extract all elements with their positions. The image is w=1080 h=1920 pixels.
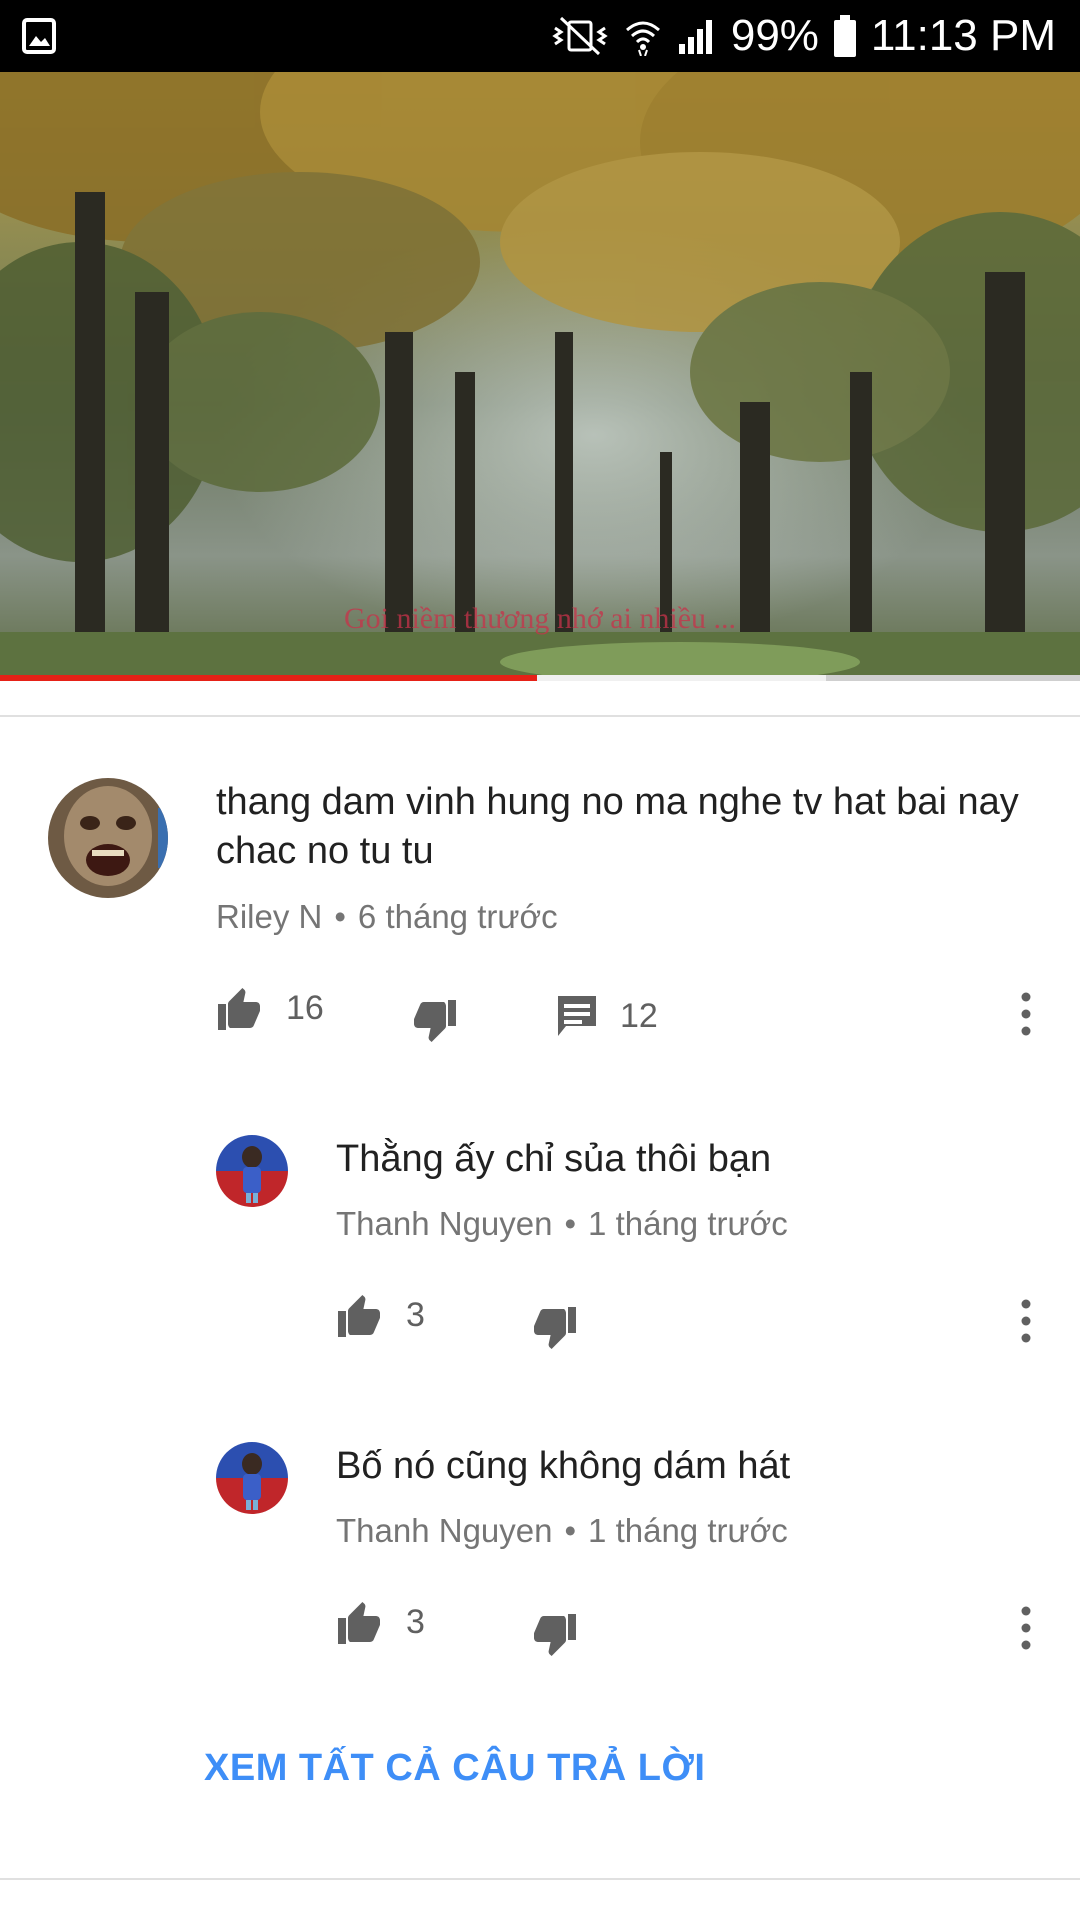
thumbs-down-icon bbox=[414, 1000, 456, 1042]
comment-meta: Riley N • 6 tháng trước bbox=[216, 898, 558, 936]
clock: 11:13 PM bbox=[870, 11, 1056, 60]
thumbs-down-icon bbox=[534, 1307, 576, 1349]
meta-separator: • bbox=[564, 1205, 577, 1242]
gallery-icon bbox=[22, 18, 56, 54]
like-button[interactable]: 3 bbox=[336, 1600, 425, 1644]
thumbs-up-icon bbox=[338, 1602, 380, 1644]
video-caption: Goi niềm thương nhớ ai nhiều ... bbox=[343, 602, 737, 635]
progress-played bbox=[0, 675, 537, 681]
status-bar: 99% 11:13 PM bbox=[0, 0, 1080, 72]
thumbs-down-icon bbox=[534, 1614, 576, 1656]
reply-meta: Thanh Nguyen • 1 tháng trước bbox=[336, 1205, 788, 1243]
reply-count: 12 bbox=[620, 996, 658, 1035]
reply-text: Thằng ấy chỉ sủa thôi bạn bbox=[336, 1138, 772, 1180]
section-divider bbox=[0, 1878, 1080, 1880]
monster-avatar-image bbox=[48, 778, 168, 898]
signal-icon bbox=[678, 20, 712, 54]
like-count: 16 bbox=[286, 988, 324, 1027]
reply-time: 1 tháng trước bbox=[588, 1205, 788, 1242]
dislike-button[interactable] bbox=[530, 1614, 578, 1658]
vibrate-mute-icon bbox=[552, 16, 608, 56]
more-options-icon[interactable] bbox=[1018, 990, 1034, 1038]
dislike-button[interactable] bbox=[530, 1307, 578, 1351]
avatar[interactable] bbox=[48, 778, 168, 898]
thumbs-up-icon bbox=[338, 1295, 380, 1337]
battery-icon bbox=[833, 15, 856, 57]
meta-separator: • bbox=[564, 1512, 577, 1549]
comment-author[interactable]: Riley N bbox=[216, 898, 322, 935]
wifi-icon bbox=[625, 21, 660, 56]
reply-author[interactable]: Thanh Nguyen bbox=[336, 1512, 552, 1549]
comment-time: 6 tháng trước bbox=[357, 898, 558, 935]
like-count: 3 bbox=[406, 1602, 425, 1641]
reply-meta: Thanh Nguyen • 1 tháng trước bbox=[336, 1512, 788, 1550]
avatar[interactable] bbox=[216, 1135, 288, 1207]
reply-button[interactable]: 12 bbox=[556, 994, 658, 1038]
child-avatar-image bbox=[216, 1442, 288, 1514]
more-options-icon[interactable] bbox=[1018, 1297, 1034, 1345]
like-button[interactable]: 3 bbox=[336, 1293, 425, 1337]
like-button[interactable]: 16 bbox=[216, 986, 324, 1030]
video-progress-bar[interactable] bbox=[0, 675, 1080, 681]
comment-icon bbox=[558, 996, 596, 1036]
more-options-icon[interactable] bbox=[1018, 1604, 1034, 1652]
reply-text: Bố nó cũng không dám hát bbox=[336, 1445, 791, 1487]
section-divider bbox=[0, 715, 1080, 717]
meta-separator: • bbox=[334, 898, 346, 935]
forest-scene-image bbox=[0, 72, 1080, 677]
comment-text: thang dam vinh hung no ma nghe tv hat ba… bbox=[216, 781, 1019, 872]
like-count: 3 bbox=[406, 1295, 425, 1334]
child-avatar-image bbox=[216, 1135, 288, 1207]
avatar[interactable] bbox=[216, 1442, 288, 1514]
reply-time: 1 tháng trước bbox=[588, 1512, 788, 1549]
video-player[interactable]: Goi niềm thương nhớ ai nhiều ... bbox=[0, 72, 1080, 677]
battery-percent: 99% bbox=[730, 11, 819, 60]
dislike-button[interactable] bbox=[410, 1000, 458, 1044]
reply-author[interactable]: Thanh Nguyen bbox=[336, 1205, 552, 1242]
see-all-replies-button[interactable]: XEM TẤT CẢ CÂU TRẢ LỜI bbox=[204, 1747, 706, 1790]
thumbs-up-icon bbox=[218, 988, 260, 1030]
